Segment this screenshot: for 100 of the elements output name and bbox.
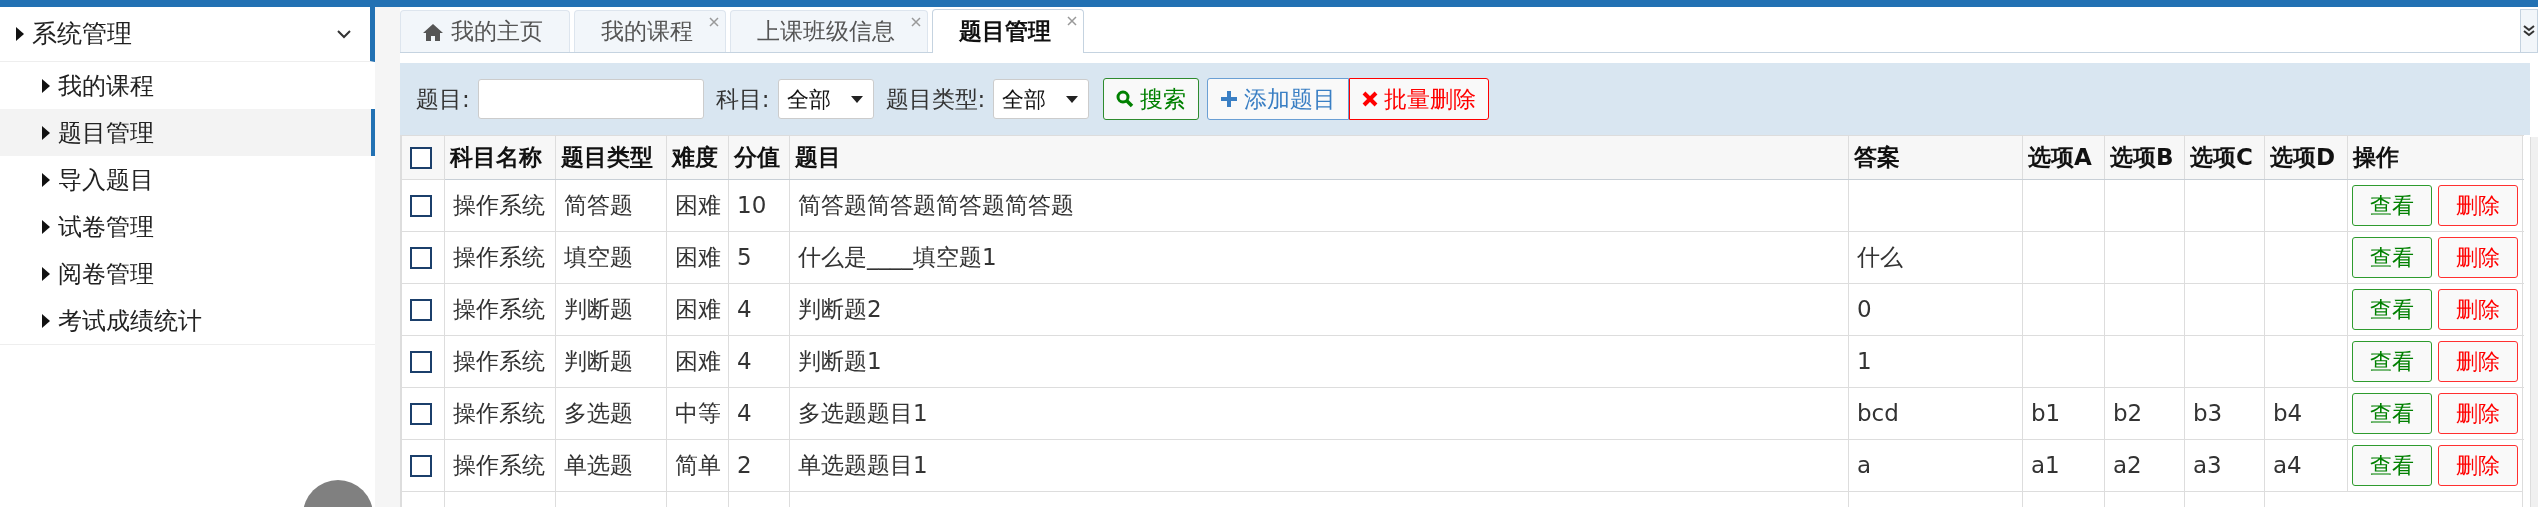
table-cell: 判断题 [564, 348, 633, 375]
field-label: 题目类型: [885, 84, 986, 114]
view-button[interactable]: 查看 [2352, 393, 2432, 434]
double-chevron-down-icon [2522, 24, 2536, 38]
table-cell: b3 [2193, 400, 2223, 427]
add-button[interactable]: 添加题目 [1207, 78, 1350, 120]
dropdown-arrow-icon [850, 95, 863, 103]
table-cell: a1 [2031, 452, 2060, 479]
view-button[interactable]: 查看 [2352, 289, 2432, 330]
delete-button[interactable]: 删除 [2438, 445, 2518, 486]
search-button[interactable]: 搜索 [1103, 78, 1200, 120]
sidebar-item[interactable]: 我的课程 [0, 62, 375, 109]
caret-right-icon [42, 172, 50, 187]
table-cell: a4 [2273, 452, 2302, 479]
table-cell: b1 [2031, 400, 2061, 427]
dropdown-arrow-icon [1066, 95, 1079, 103]
table-cell: a3 [2193, 452, 2222, 479]
table-cell: a2 [2113, 452, 2142, 479]
table-cell: 4 [737, 296, 752, 323]
checkbox[interactable] [410, 246, 432, 269]
title-input-field[interactable] [477, 79, 704, 119]
tab[interactable]: 我的课程 [574, 10, 726, 52]
view-button[interactable]: 查看 [2352, 185, 2432, 226]
checkbox[interactable] [410, 194, 432, 217]
sidebar-item[interactable]: 阅卷管理 [0, 250, 375, 297]
column-header: 操作 [2347, 135, 2523, 180]
plus-icon [1220, 90, 1239, 108]
table-cell: 4 [737, 400, 752, 427]
column-header: 答案 [1848, 135, 2023, 180]
table-cell: 困难 [675, 348, 721, 375]
column-header: 选项A [2022, 135, 2105, 180]
view-button[interactable]: 查看 [2352, 341, 2432, 382]
table-cell: 简答题简答题简答题简答题 [798, 192, 1074, 219]
table-cell: b2 [2113, 400, 2143, 427]
table-cell: 中等 [675, 400, 721, 427]
scrollbar[interactable] [2530, 137, 2538, 507]
sidebar-item[interactable]: 导入题目 [0, 156, 375, 203]
table-cell: a [1857, 452, 1872, 479]
sidebar-item[interactable]: 试卷管理 [0, 203, 375, 250]
table-cell: 操作系统 [453, 452, 545, 479]
close-icon[interactable] [1067, 16, 1077, 26]
table-cell: 操作系统 [453, 400, 545, 427]
delete-button[interactable]: 删除 [2438, 341, 2518, 382]
sidebar-item[interactable]: 题目管理 [0, 109, 375, 156]
checkbox[interactable] [410, 146, 432, 169]
table-cell: 填空题 [564, 244, 633, 271]
table-cell: 操作系统 [453, 296, 545, 323]
column-header: 选项D [2264, 135, 2348, 180]
close-icon[interactable] [709, 17, 719, 27]
table-cell: 1 [1857, 348, 1872, 375]
table-cell: bcd [1857, 400, 1899, 427]
checkbox[interactable] [410, 454, 432, 477]
dropdown[interactable]: 全部 [777, 79, 874, 119]
table-cell: 操作系统 [453, 192, 545, 219]
search-icon [1116, 90, 1135, 108]
field-label: 科目: [715, 84, 770, 114]
table-cell: 困难 [675, 244, 721, 271]
home-icon [423, 22, 443, 41]
caret-right-icon [42, 219, 50, 234]
caret-right-icon [16, 27, 24, 41]
view-button[interactable]: 查看 [2352, 237, 2432, 278]
close-icon [1362, 91, 1379, 107]
tab-scroll-button[interactable] [2520, 9, 2538, 52]
delete-button[interactable]: 删除 [2438, 185, 2518, 226]
table-cell: 单选题 [564, 452, 633, 479]
column-header: 选项C [2184, 135, 2265, 180]
table-cell: 判断题1 [798, 348, 882, 375]
column-header: 难度 [666, 135, 729, 180]
delete-button[interactable]: 批量删除 [1349, 78, 1490, 120]
table-cell: 判断题 [564, 296, 633, 323]
checkbox[interactable] [410, 350, 432, 373]
table-cell: 5 [737, 244, 752, 271]
table-cell: 10 [737, 192, 767, 219]
checkbox[interactable] [410, 402, 432, 425]
view-button[interactable]: 查看 [2352, 445, 2432, 486]
delete-button[interactable]: 删除 [2438, 237, 2518, 278]
dropdown[interactable]: 全部 [993, 79, 1090, 119]
table-cell: 简单 [675, 452, 721, 479]
tab[interactable]: 我的主页 [400, 10, 570, 52]
sidebar-item[interactable]: 考试成绩统计 [0, 297, 375, 344]
sidebar-group-label: 系统管理 [32, 18, 132, 51]
table-cell: 什么 [1857, 244, 1903, 271]
caret-right-icon [42, 125, 50, 140]
delete-button[interactable]: 删除 [2438, 393, 2518, 434]
tab[interactable]: 题目管理 [932, 9, 1084, 53]
table-cell: 多选题题目1 [798, 400, 928, 427]
checkbox[interactable] [410, 298, 432, 321]
column-header: 科目名称 [444, 135, 556, 180]
delete-button[interactable]: 删除 [2438, 289, 2518, 330]
table-cell: 0 [1857, 296, 1872, 323]
column-header: 分值 [728, 135, 790, 180]
tab[interactable]: 上课班级信息 [730, 10, 928, 52]
table-cell: 2 [737, 452, 752, 479]
caret-right-icon [42, 313, 50, 328]
table-cell: b4 [2273, 400, 2303, 427]
column-header: 选项B [2104, 135, 2185, 180]
table-cell: 困难 [675, 296, 721, 323]
table-cell: 操作系统 [453, 244, 545, 271]
table-cell: 单选题题目1 [798, 452, 928, 479]
close-icon[interactable] [911, 17, 921, 27]
